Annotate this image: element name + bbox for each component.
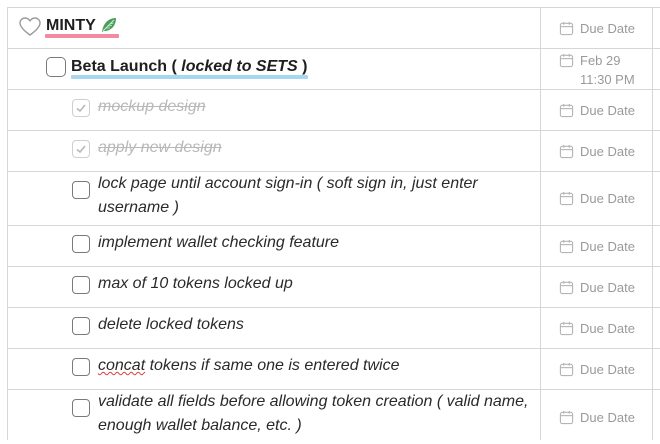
calendar-icon [559,21,574,35]
leaf-icon [100,16,118,34]
due-date-label: Due Date [580,320,635,336]
task-checkbox[interactable] [72,317,90,335]
task-label[interactable]: apply new design [98,136,222,160]
task-label-line1: lock page until account sign-in ( soft s… [98,175,478,192]
task-cell: delete locked tokens [8,308,540,348]
task-label[interactable]: validate all fields before allowing toke… [98,390,528,438]
task-cell: apply new design [8,131,540,171]
milestone-title-prefix: Beta Launch ( [71,58,177,75]
task-label[interactable]: lock page until account sign-in ( soft s… [98,172,478,220]
calendar-icon [559,191,574,206]
project-title-cell: MINTY [8,8,540,48]
task-row: apply new design Due Date [8,131,660,172]
milestone-date: Feb 29 [580,53,621,68]
task-cell: concat tokens if same one is entered twi… [8,349,540,389]
task-row: implement wallet checking feature Due Da… [8,226,660,267]
task-row: concat tokens if same one is entered twi… [8,349,660,390]
checkmark-icon [76,104,86,113]
task-row: validate all fields before allowing toke… [8,390,660,444]
milestone-title-suffix: ) [302,58,308,75]
due-date-label: Due Date [580,20,635,36]
task-label-rest: design [154,98,206,115]
task-label[interactable]: concat tokens if same one is entered twi… [98,354,400,378]
task-due-date[interactable]: Due Date [541,267,653,307]
milestone-due-date[interactable]: Feb 29 11:30 PM [541,49,653,89]
due-date-label: Due Date [580,143,635,159]
due-date-label: Due Date [580,409,635,425]
checkmark-icon [76,145,86,154]
project-due-date[interactable]: Due Date [541,8,653,48]
calendar-icon [559,144,574,158]
task-label-line1: validate all fields before allowing toke… [98,393,529,410]
task-due-date[interactable]: Due Date [541,131,653,171]
project-title-underline [45,34,119,38]
task-label[interactable]: delete locked tokens [98,313,244,337]
milestone-date-text: Feb 29 11:30 PM [580,51,635,89]
task-row: lock page until account sign-in ( soft s… [8,172,660,226]
calendar-icon [559,239,574,253]
project-row: MINTY Due Date [8,8,660,49]
milestone-title[interactable]: Beta Launch ( locked to SETS ) [71,58,308,76]
milestone-checkbox[interactable] [46,57,66,77]
task-due-date[interactable]: Due Date [541,226,653,266]
task-label-line2: enough wallet balance, etc. ) [98,417,302,434]
due-date-label: Due Date [580,279,635,295]
task-cell: implement wallet checking feature [8,226,540,266]
task-checkbox-checked[interactable] [72,99,90,117]
task-cell: validate all fields before allowing toke… [8,390,540,444]
task-checkbox[interactable] [72,358,90,376]
calendar-icon [559,280,574,294]
due-date-label: Due Date [580,238,635,254]
task-label[interactable]: implement wallet checking feature [98,231,339,255]
task-label-rest: tokens if same one is entered twice [145,357,400,374]
calendar-icon [559,53,574,68]
task-due-date[interactable]: Due Date [541,308,653,348]
due-date-label: Due Date [580,361,635,377]
task-row: max of 10 tokens locked up Due Date [8,267,660,308]
due-date-label: Due Date [580,191,635,206]
milestone-title-cell: Beta Launch ( locked to SETS ) [8,49,540,89]
task-checkbox[interactable] [72,276,90,294]
task-label[interactable]: max of 10 tokens locked up [98,272,293,296]
task-label-line2: username ) [98,199,179,216]
calendar-icon [559,103,574,117]
task-label-misspelled: concat [98,357,146,374]
heart-icon[interactable] [19,17,41,37]
milestone-title-italic: locked to SETS [181,58,298,75]
task-checkbox[interactable] [72,235,90,253]
milestone-time: 11:30 PM [580,72,635,87]
task-due-date[interactable]: Due Date [541,349,653,389]
task-checkbox-checked[interactable] [72,140,90,158]
project-title[interactable]: MINTY [46,17,96,35]
milestone-row: Beta Launch ( locked to SETS ) Feb 29 11… [8,49,660,90]
task-row: delete locked tokens Due Date [8,308,660,349]
task-cell: mockup design [8,90,540,130]
calendar-icon [559,362,574,376]
task-row: mockup design Due Date [8,90,660,131]
task-checkbox[interactable] [72,181,90,199]
task-label[interactable]: mockup design [98,95,206,119]
milestone-title-underline [71,75,308,79]
calendar-icon [559,410,574,424]
task-due-date[interactable]: Due Date [541,390,653,444]
task-table: MINTY Due Date Beta Launch (locked to S… [0,0,660,440]
task-cell: max of 10 tokens locked up [8,267,540,307]
task-checkbox[interactable] [72,399,90,417]
due-date-label: Due Date [580,102,635,118]
task-due-date[interactable]: Due Date [541,172,653,225]
task-due-date[interactable]: Due Date [541,90,653,130]
task-label-misspelled: mockup [98,98,155,115]
calendar-icon [559,321,574,335]
task-cell: lock page until account sign-in ( soft s… [8,172,540,225]
